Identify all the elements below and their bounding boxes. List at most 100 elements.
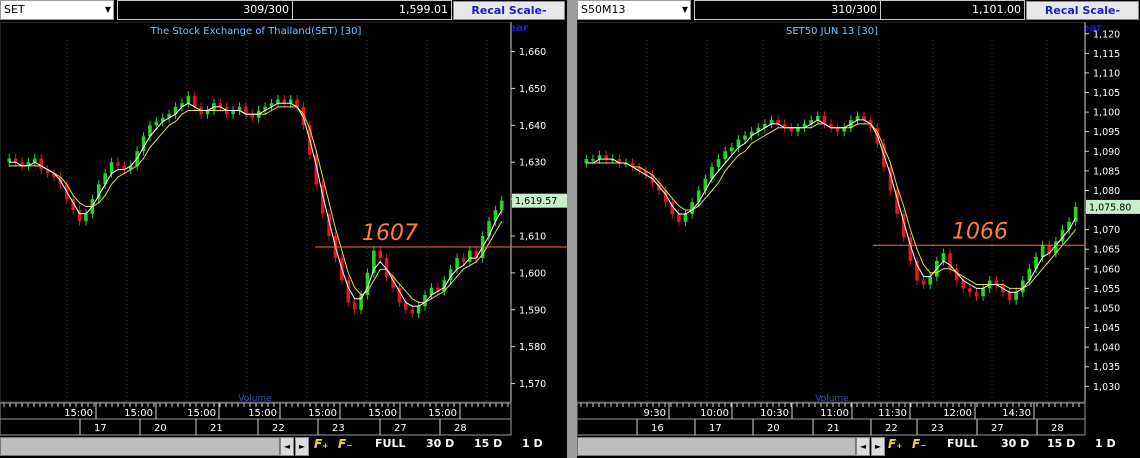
zoom-out-button[interactable]: F₋ <box>912 437 927 457</box>
pane-footer: ◄ ► F₊ F₋ FULL 30 D 15 D 1 D <box>577 437 1140 458</box>
y-tick-label: 1,045 <box>1093 323 1120 334</box>
symbol-select[interactable]: S50M13 ▼ <box>577 0 691 20</box>
candle-body <box>7 158 11 163</box>
y-tick-label: 1,570 <box>519 379 546 390</box>
candle-body <box>928 276 933 285</box>
candle-body <box>835 127 840 132</box>
candle-body <box>974 292 979 297</box>
candle-body <box>378 250 383 259</box>
symbol-select[interactable]: SET ▼ <box>0 0 114 20</box>
y-tick-label: 1,095 <box>1093 127 1120 138</box>
scroll-left-button[interactable]: ◄ <box>280 437 294 456</box>
current-price-label: 1,619.57 <box>515 196 557 207</box>
time-label: 9:30 <box>644 408 666 419</box>
y-tick-label: 1,580 <box>519 342 546 353</box>
time-label: 14:30 <box>1002 408 1031 419</box>
plot-area <box>577 22 1086 403</box>
candle-body <box>474 250 478 259</box>
candle-body <box>276 99 280 104</box>
date-label: 21 <box>210 423 223 434</box>
date-label: 20 <box>767 423 780 434</box>
time-label: 15:00 <box>187 408 216 419</box>
candle-body <box>716 159 721 167</box>
candle-body <box>584 159 589 164</box>
time-label: 10:00 <box>700 408 729 419</box>
time-label: 15:00 <box>124 408 153 419</box>
candle-body <box>1040 245 1045 258</box>
y-tick-label: 1,660 <box>519 47 546 58</box>
candle-body <box>500 200 504 211</box>
candle-body <box>39 158 43 170</box>
recal-scale-button[interactable]: Recal Scale-Linear <box>1026 1 1139 34</box>
y-tick-label: 1,080 <box>1093 186 1120 197</box>
candle-body <box>677 213 681 222</box>
candlestick-chart[interactable]: The Stock Exchange of Thailand(SET) [30]… <box>0 22 567 437</box>
time-label: 10:30 <box>760 408 789 419</box>
support-annotation: 1066 <box>952 219 1008 244</box>
zoom-in-button[interactable]: F₊ <box>314 437 329 457</box>
y-tick-label: 1,070 <box>1093 225 1120 236</box>
candle-body <box>282 99 287 104</box>
scroll-right-button[interactable]: ► <box>871 437 885 456</box>
candle-body <box>1067 221 1071 230</box>
horizontal-scrollbar[interactable] <box>0 437 280 456</box>
range-15d-button[interactable]: 15 D <box>474 437 502 457</box>
chevron-down-icon[interactable]: ▼ <box>105 1 111 19</box>
range-1d-button[interactable]: 1 D <box>1095 437 1116 457</box>
candle-body <box>776 119 780 124</box>
chart-title: SET50 JUN 13 [30] <box>786 26 878 37</box>
chart-pane-right: S50M13 ▼ 310/300 1,101.00 Recal Scale-Lin… <box>577 0 1140 458</box>
candle-body <box>109 162 114 174</box>
time-label: 15:00 <box>64 408 93 419</box>
time-label: 15:00 <box>428 408 457 419</box>
last-value-cell: 1,101.00 <box>880 0 1025 20</box>
candle-body <box>994 280 999 285</box>
candle-body <box>604 155 608 160</box>
range-full-button[interactable]: FULL <box>375 437 405 457</box>
time-label: 15:00 <box>308 408 337 419</box>
date-label: 23 <box>332 423 345 434</box>
pane-splitter[interactable] <box>567 0 577 458</box>
candle-body <box>855 116 860 120</box>
y-tick-label: 1,035 <box>1093 362 1120 373</box>
candle-body <box>743 135 747 140</box>
time-label: 15:00 <box>368 408 397 419</box>
last-value: 1,599.01 <box>399 3 448 16</box>
date-label: 27 <box>394 423 407 434</box>
candle-body <box>968 288 972 293</box>
candle-body <box>116 162 120 166</box>
scroll-left-button[interactable]: ◄ <box>856 437 870 456</box>
candle-body <box>352 302 357 310</box>
zoom-out-button[interactable]: F₋ <box>338 437 353 457</box>
bars-count-cell: 309/300 <box>117 0 293 20</box>
date-label: 27 <box>991 423 1004 434</box>
scroll-right-button[interactable]: ► <box>295 437 309 456</box>
pane-toolbar: S50M13 ▼ 310/300 1,101.00 Recal Scale-Lin… <box>577 0 1140 34</box>
candle-body <box>410 309 414 314</box>
candle-body <box>205 110 210 115</box>
candle-body <box>597 155 602 160</box>
y-tick-label: 1,610 <box>519 231 546 242</box>
recal-scale-button[interactable]: Recal Scale-Linear <box>453 1 565 34</box>
range-30d-button[interactable]: 30 D <box>426 437 454 457</box>
candlestick-chart[interactable]: SET50 JUN 13 [30] 1,120 1,115 1,110 1,105 1,1… <box>577 22 1140 437</box>
y-tick-label: 1,100 <box>1093 108 1120 119</box>
candle-body <box>237 106 242 111</box>
y-tick-label: 1,115 <box>1093 49 1120 60</box>
zoom-in-button[interactable]: F₊ <box>888 437 903 457</box>
bars-count: 310/300 <box>831 3 877 16</box>
current-price-label: 1,075.80 <box>1089 202 1131 213</box>
y-tick-label: 1,050 <box>1093 303 1120 314</box>
candle-body <box>416 306 421 314</box>
horizontal-scrollbar[interactable] <box>577 437 856 456</box>
chevron-down-icon[interactable]: ▼ <box>682 1 688 19</box>
pane-footer: ◄ ► F₊ F₋ FULL 30 D 15 D 1 D <box>0 437 567 458</box>
range-full-button[interactable]: FULL <box>947 437 977 457</box>
range-30d-button[interactable]: 30 D <box>1001 437 1029 457</box>
range-15d-button[interactable]: 15 D <box>1047 437 1075 457</box>
bars-count-cell: 310/300 <box>694 0 881 20</box>
candle-body <box>231 110 235 115</box>
date-label: 17 <box>709 423 722 434</box>
range-1d-button[interactable]: 1 D <box>522 437 543 457</box>
candle-body <box>723 151 728 160</box>
